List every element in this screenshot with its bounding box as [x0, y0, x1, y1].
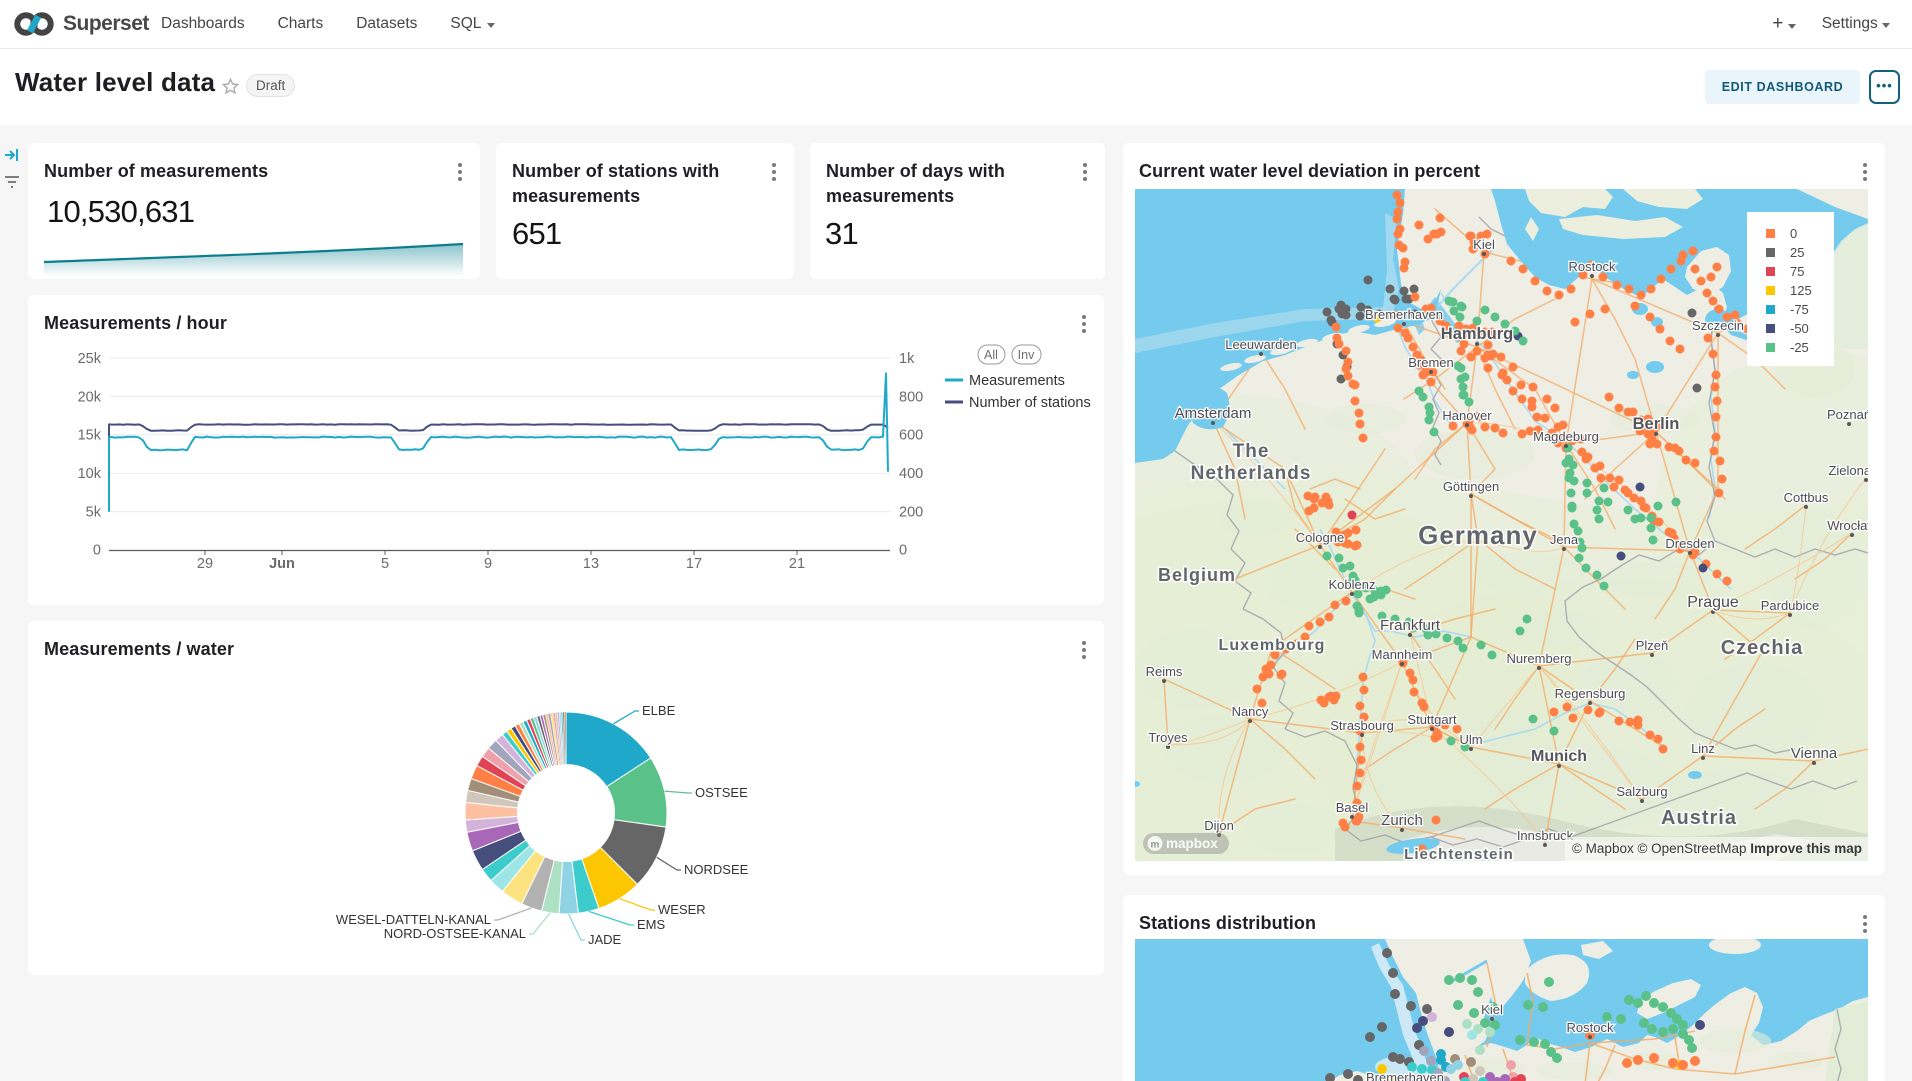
svg-text:Netherlands: Netherlands: [1191, 463, 1312, 484]
svg-text:Number of stations: Number of stations: [969, 395, 1091, 411]
svg-text:NORD-OSTSEE-KANAL: NORD-OSTSEE-KANAL: [384, 926, 526, 941]
svg-text:Magdeburg: Magdeburg: [1533, 429, 1599, 444]
svg-text:Basel: Basel: [1336, 800, 1369, 815]
svg-text:17: 17: [686, 556, 702, 572]
svg-text:NORDSEE: NORDSEE: [684, 862, 749, 877]
svg-text:-75: -75: [1790, 302, 1809, 317]
svg-text:Dijon: Dijon: [1204, 818, 1234, 833]
svg-text:800: 800: [899, 389, 923, 405]
svg-text:0: 0: [1790, 226, 1797, 241]
svg-text:Belgium: Belgium: [1158, 565, 1236, 585]
svg-text:Nancy: Nancy: [1232, 704, 1269, 719]
svg-text:29: 29: [197, 556, 213, 572]
svg-text:Göttingen: Göttingen: [1443, 479, 1499, 494]
svg-text:Bremen: Bremen: [1408, 355, 1454, 370]
svg-text:Mannheim: Mannheim: [1372, 647, 1433, 662]
svg-text:Bremerhaven: Bremerhaven: [1366, 1070, 1444, 1081]
svg-text:200: 200: [899, 505, 923, 521]
svg-text:JADE: JADE: [588, 932, 622, 947]
svg-text:The: The: [1233, 441, 1270, 462]
svg-text:Cottbus: Cottbus: [1784, 490, 1829, 505]
svg-text:Wrocław: Wrocław: [1827, 518, 1868, 533]
svg-text:Ulm: Ulm: [1459, 732, 1482, 747]
svg-text:Zielona Góra: Zielona Góra: [1828, 463, 1868, 478]
svg-text:Reims: Reims: [1146, 664, 1183, 679]
svg-text:0: 0: [93, 543, 101, 559]
svg-text:Hanover: Hanover: [1442, 408, 1492, 423]
svg-text:Luxembourg: Luxembourg: [1219, 637, 1326, 654]
svg-text:Poznań: Poznań: [1827, 407, 1868, 422]
svg-text:Zurich: Zurich: [1381, 812, 1423, 829]
svg-text:Berlin: Berlin: [1633, 415, 1680, 433]
svg-text:Measurements: Measurements: [969, 373, 1065, 389]
svg-text:5: 5: [381, 556, 389, 572]
svg-text:-50: -50: [1790, 321, 1809, 336]
svg-text:WESEL-DATTELN-KANAL: WESEL-DATTELN-KANAL: [336, 912, 491, 927]
svg-text:Strasbourg: Strasbourg: [1330, 718, 1394, 733]
svg-text:Nuremberg: Nuremberg: [1506, 651, 1571, 666]
svg-text:21: 21: [789, 556, 805, 572]
svg-text:-25: -25: [1790, 340, 1809, 355]
svg-text:20k: 20k: [78, 389, 102, 405]
svg-text:Czechia: Czechia: [1721, 637, 1804, 659]
svg-text:25: 25: [1790, 245, 1804, 260]
svg-text:Jun: Jun: [269, 556, 295, 572]
svg-text:Jena: Jena: [1550, 532, 1579, 547]
svg-text:Salzburg: Salzburg: [1616, 784, 1667, 799]
svg-text:13: 13: [583, 556, 599, 572]
svg-text:Kiel: Kiel: [1481, 1002, 1503, 1017]
svg-text:Stuttgart: Stuttgart: [1407, 712, 1457, 727]
svg-text:25k: 25k: [78, 351, 102, 367]
svg-text:Rostock: Rostock: [1569, 259, 1616, 274]
svg-text:10k: 10k: [78, 466, 102, 482]
svg-text:Rostock: Rostock: [1567, 1020, 1614, 1035]
svg-text:Frankfurt: Frankfurt: [1380, 617, 1441, 634]
svg-text:WESER: WESER: [658, 902, 706, 917]
svg-text:© Mapbox © OpenStreetMap Impro: © Mapbox © OpenStreetMap Improve this ma…: [1572, 841, 1862, 856]
svg-text:Amsterdam: Amsterdam: [1175, 405, 1252, 422]
svg-text:9: 9: [484, 556, 492, 572]
svg-text:0: 0: [899, 543, 907, 559]
svg-text:Germany: Germany: [1418, 520, 1538, 550]
svg-text:All: All: [984, 348, 998, 362]
svg-text:EMS: EMS: [637, 917, 666, 932]
svg-text:Szczecin: Szczecin: [1692, 318, 1744, 333]
svg-text:Prague: Prague: [1687, 594, 1739, 611]
svg-text:1k: 1k: [899, 351, 915, 367]
svg-text:Pardubice: Pardubice: [1761, 598, 1820, 613]
svg-text:mapbox: mapbox: [1166, 836, 1218, 851]
svg-text:Austria: Austria: [1661, 807, 1737, 829]
svg-text:Regensburg: Regensburg: [1555, 686, 1626, 701]
svg-text:Plzeň: Plzeň: [1636, 638, 1669, 653]
svg-text:75: 75: [1790, 264, 1804, 279]
svg-text:125: 125: [1790, 283, 1812, 298]
svg-text:ELBE: ELBE: [642, 703, 676, 718]
svg-text:Inv: Inv: [1018, 348, 1035, 362]
svg-text:Bremerhaven: Bremerhaven: [1365, 307, 1443, 322]
svg-text:Leeuwarden: Leeuwarden: [1225, 337, 1297, 352]
svg-text:Koblenz: Koblenz: [1329, 577, 1376, 592]
svg-text:Troyes: Troyes: [1148, 730, 1188, 745]
svg-text:600: 600: [899, 428, 923, 444]
svg-text:Vienna: Vienna: [1791, 745, 1838, 762]
svg-text:Linz: Linz: [1691, 741, 1715, 756]
svg-text:Dresden: Dresden: [1665, 536, 1714, 551]
svg-text:m: m: [1151, 840, 1160, 851]
svg-text:Kiel: Kiel: [1473, 237, 1495, 252]
svg-text:Liechtenstein: Liechtenstein: [1404, 846, 1514, 861]
svg-text:15k: 15k: [78, 428, 102, 444]
svg-text:Munich: Munich: [1531, 748, 1587, 765]
svg-text:Cologne: Cologne: [1296, 530, 1344, 545]
svg-text:5k: 5k: [86, 505, 102, 521]
svg-text:Hamburg: Hamburg: [1441, 325, 1513, 343]
svg-text:400: 400: [899, 466, 923, 482]
svg-text:OSTSEE: OSTSEE: [695, 785, 748, 800]
